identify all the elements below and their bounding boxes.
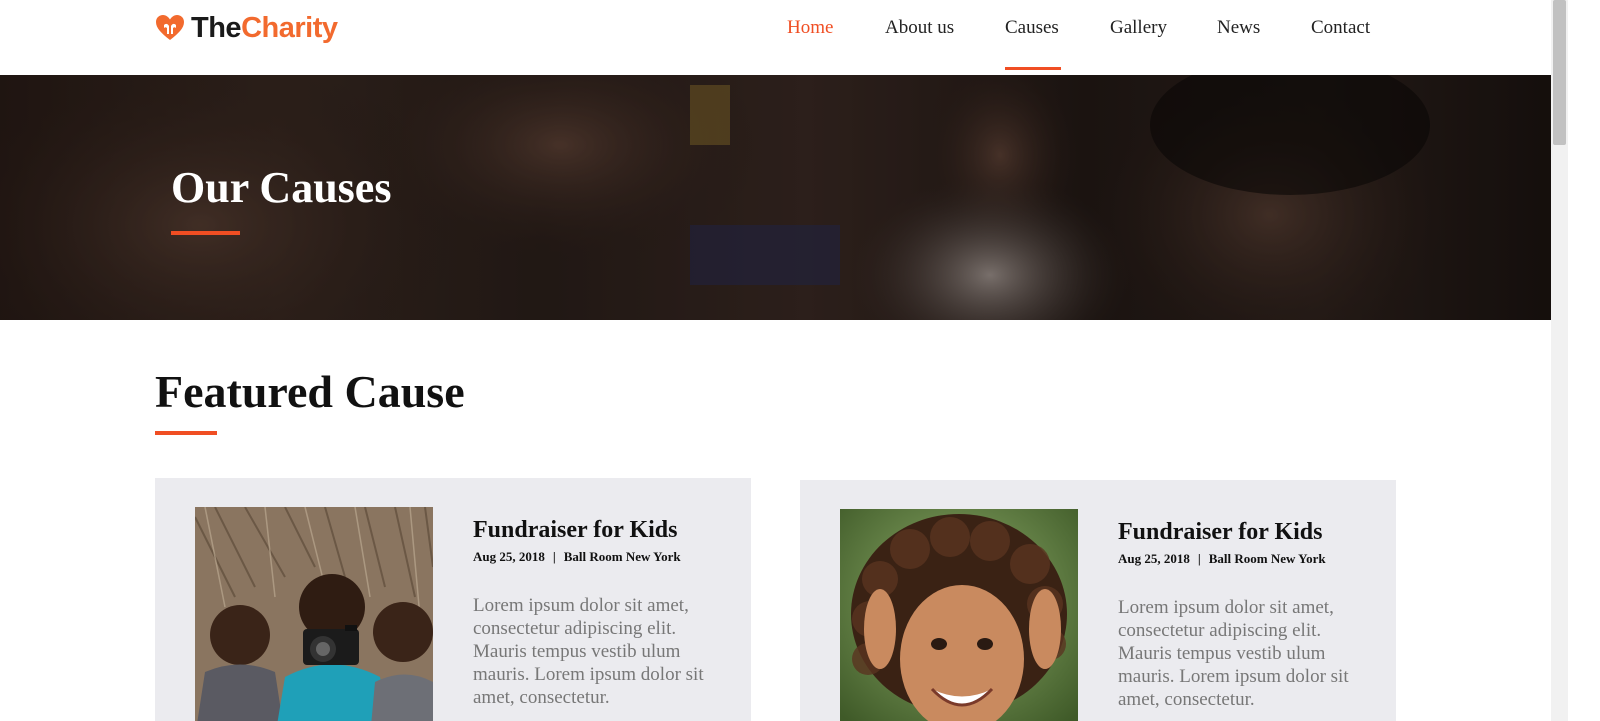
nav-causes-indicator — [1005, 67, 1061, 70]
cause-card-text: Lorem ipsum dolor sit amet, consectetur … — [1118, 597, 1349, 710]
cause-card-title[interactable]: Fundraiser for Kids — [473, 516, 733, 544]
nav-about-us[interactable]: About us — [885, 15, 954, 41]
cause-card-meta: Aug 25, 2018 | Ball Room New York — [1118, 551, 1378, 567]
cause-card-photo — [195, 507, 433, 721]
nav-causes[interactable]: Causes — [1005, 15, 1059, 41]
site-header: TheCharity Home About us Causes Gallery … — [0, 0, 1551, 75]
smiling-girl-photo-icon — [840, 509, 1078, 721]
meta-separator: | — [1197, 551, 1201, 566]
meta-separator: | — [552, 549, 556, 564]
main-nav: Home About us Causes Gallery News Contac… — [0, 15, 1551, 75]
hero-title-underline — [171, 231, 240, 235]
cause-card-date: Aug 25, 2018 — [473, 549, 545, 564]
cause-card-meta: Aug 25, 2018 | Ball Room New York — [473, 549, 733, 565]
hero-banner: Our Causes — [0, 75, 1551, 320]
cause-card-photo — [840, 509, 1078, 721]
cause-card-text: Lorem ipsum dolor sit amet, consectetur … — [473, 595, 704, 708]
cause-card-1[interactable]: Fundraiser for Kids Aug 25, 2018 | Ball Ro… — [155, 478, 751, 721]
cause-card-title[interactable]: Fundraiser for Kids — [1118, 518, 1378, 546]
nav-gallery[interactable]: Gallery — [1110, 15, 1167, 41]
cause-card-location: Ball Room New York — [1208, 551, 1326, 566]
cause-card-location: Ball Room New York — [563, 549, 681, 564]
cause-card-2[interactable]: Fundraiser for Kids Aug 25, 2018 | Ball Ro… — [800, 480, 1396, 721]
nav-news[interactable]: News — [1217, 15, 1260, 41]
nav-home[interactable]: Home — [787, 15, 833, 41]
cause-card-body: Fundraiser for Kids Aug 25, 2018 | Ball Ro… — [1118, 518, 1378, 711]
children-with-camera-photo-icon — [195, 507, 433, 721]
cause-card-body: Fundraiser for Kids Aug 25, 2018 | Ball Ro… — [473, 516, 733, 709]
hero-title: Our Causes — [171, 163, 392, 212]
featured-title: Featured Cause — [155, 366, 465, 417]
page-scrollbar[interactable] — [1551, 0, 1568, 721]
nav-contact[interactable]: Contact — [1311, 15, 1370, 41]
cause-card-date: Aug 25, 2018 — [1118, 551, 1190, 566]
featured-title-underline — [155, 431, 217, 435]
scrollbar-thumb[interactable] — [1553, 0, 1566, 145]
